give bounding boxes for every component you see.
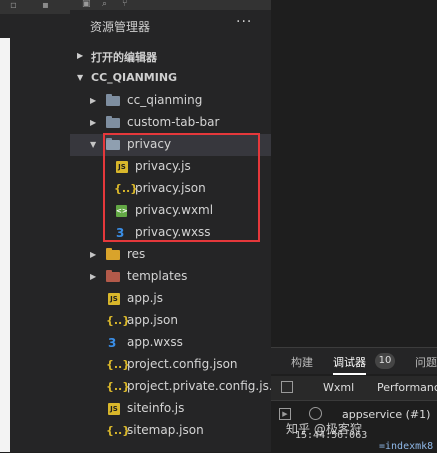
wxss-file-icon: 3 xyxy=(108,336,122,350)
js-file-icon: JS xyxy=(107,292,121,306)
branch-icon[interactable]: ⑂ xyxy=(122,0,127,9)
tree-item-label: templates xyxy=(127,269,188,283)
subtab-performance[interactable]: Performance xyxy=(377,381,437,394)
debug-tabs: 构建 调试器 10 问题 xyxy=(271,348,437,375)
highlight-annotation xyxy=(103,133,260,242)
tab-build[interactable]: 构建 xyxy=(291,354,313,370)
json-file-icon: {..} xyxy=(106,358,130,372)
chevron-right-icon: ▶ xyxy=(90,96,97,105)
tree-item-res[interactable]: ▶ res xyxy=(70,244,271,266)
debugger-count-badge: 10 xyxy=(375,353,395,369)
tree-item-custom-tab-bar[interactable]: ▶ custom-tab-bar xyxy=(70,112,271,134)
chevron-right-icon: ▶ xyxy=(90,272,97,281)
play-icon[interactable]: ▶ xyxy=(279,408,291,420)
chevron-right-icon: ▶ xyxy=(77,51,84,60)
js-file-icon: JS xyxy=(107,402,121,416)
chevron-down-icon: ▼ xyxy=(90,140,97,149)
tree-item-label: sitemap.json xyxy=(127,423,204,437)
folder-templates-icon xyxy=(106,270,120,284)
project-section[interactable]: ▼ CC_QIANMING xyxy=(70,67,271,89)
tree-item-label: app.wxss xyxy=(127,335,183,349)
tree-item-siteinfo-js[interactable]: JS siteinfo.js xyxy=(70,398,271,420)
tree-item-app-wxss[interactable]: 3 app.wxss xyxy=(70,332,271,354)
section-label: CC_QIANMING xyxy=(91,71,178,84)
tree-item-label: res xyxy=(127,247,146,261)
open-editors-section[interactable]: ▶ 打开的编辑器 xyxy=(70,45,271,67)
subtab-wxml[interactable]: Wxml xyxy=(323,381,354,394)
more-actions-button[interactable]: ··· xyxy=(236,14,252,30)
tree-item-label: app.json xyxy=(127,313,178,327)
tree-item-label: project.private.config.js... xyxy=(127,379,281,393)
tree-item-label: siteinfo.js xyxy=(127,401,185,415)
explorer-title: 资源管理器 xyxy=(90,20,151,34)
tree-item-label: cc_qianming xyxy=(127,93,203,107)
files-icon[interactable]: ▣ xyxy=(82,0,91,9)
log-text: =indexmk8 xyxy=(379,441,434,452)
editor-area xyxy=(271,0,437,347)
folder-icon xyxy=(106,116,120,130)
tree-item-project-private-config[interactable]: {..} project.private.config.js... xyxy=(70,376,280,398)
clear-console-icon[interactable] xyxy=(309,407,322,420)
tree-item-label: project.config.json xyxy=(127,357,238,371)
tree-item-sitemap-json[interactable]: {..} sitemap.json xyxy=(70,420,271,442)
tree-item-label: custom-tab-bar xyxy=(127,115,220,129)
json-file-icon: {..} xyxy=(106,380,130,394)
search-icon[interactable]: ⌕ xyxy=(102,0,107,9)
json-file-icon: {..} xyxy=(106,314,130,328)
chevron-right-icon: ▶ xyxy=(90,118,97,127)
tree-item-app-js[interactable]: JS app.js xyxy=(70,288,271,310)
tree-item-project-config[interactable]: {..} project.config.json xyxy=(70,354,271,376)
js-badge: JS xyxy=(108,403,120,415)
simulator-edge xyxy=(0,38,10,452)
toolbar-icon[interactable]: ▪ xyxy=(42,1,52,11)
left-top-bar: ▫ ▪ xyxy=(0,0,70,14)
tab-issues[interactable]: 问题 xyxy=(415,354,437,370)
toolbar-icon[interactable]: ▫ xyxy=(10,1,20,11)
activity-area: ▫ ▪ xyxy=(0,0,70,452)
json-file-icon: {..} xyxy=(106,424,130,438)
inspect-icon[interactable] xyxy=(281,381,293,393)
tree-item-cc-qianming[interactable]: ▶ cc_qianming xyxy=(70,90,271,112)
folder-icon xyxy=(106,94,120,108)
debug-subtabs: Wxml Performance xyxy=(271,376,437,401)
watermark: 知乎 @极客狩 xyxy=(286,422,362,436)
explorer-top-bar: ▣ ⌕ ⑂ xyxy=(70,0,271,10)
debug-panel: 构建 调试器 10 问题 Wxml Performance ▶ appservi… xyxy=(271,347,437,453)
tree-item-label: app.js xyxy=(127,291,163,305)
tree-item-app-json[interactable]: {..} app.json xyxy=(70,310,271,332)
js-badge: JS xyxy=(108,293,120,305)
section-label: 打开的编辑器 xyxy=(91,51,157,64)
chevron-right-icon: ▶ xyxy=(90,250,97,259)
tree-item-templates[interactable]: ▶ templates xyxy=(70,266,271,288)
wxss-badge: 3 xyxy=(108,336,117,350)
tab-debugger[interactable]: 调试器 xyxy=(333,354,366,375)
chevron-down-icon: ▼ xyxy=(77,73,84,82)
folder-res-icon xyxy=(106,248,120,262)
